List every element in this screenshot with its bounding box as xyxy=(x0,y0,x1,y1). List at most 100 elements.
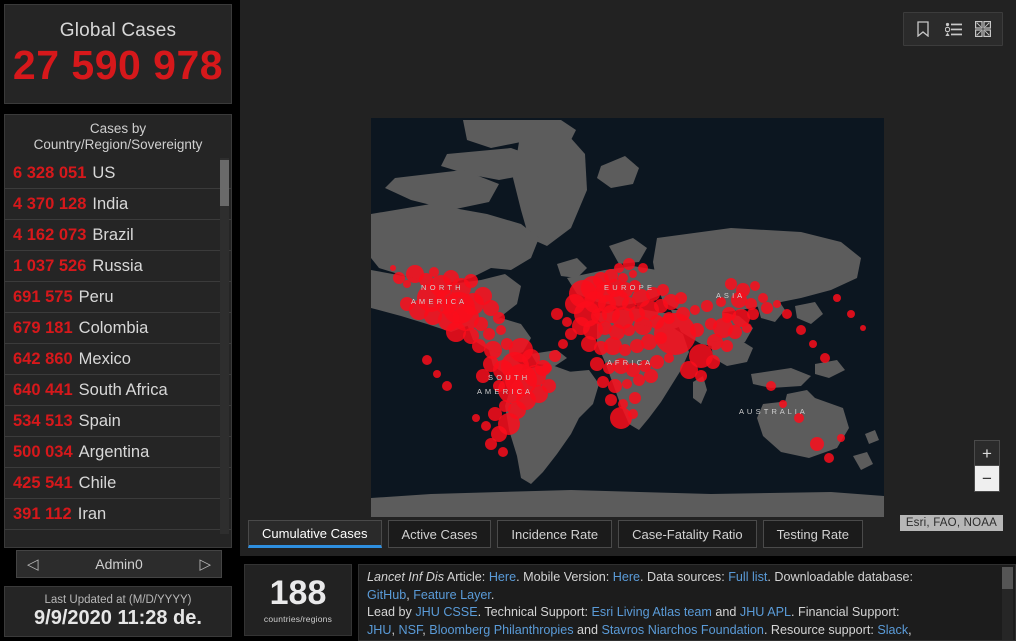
legend-icon[interactable] xyxy=(942,18,964,40)
country-case-count: 4 162 073 xyxy=(13,226,86,245)
country-case-name: India xyxy=(92,195,128,214)
tab-incidence-rate[interactable]: Incidence Rate xyxy=(497,520,612,548)
zoom-in-button[interactable]: + xyxy=(975,441,999,466)
credits-text: . Technical Support: xyxy=(478,605,592,619)
map-region-label: A F R I C A xyxy=(607,358,651,367)
map-region-label: A M E R I C A xyxy=(477,387,531,396)
credits-link[interactable]: JHU xyxy=(367,623,392,637)
credits-line: Lancet Inf Dis Article: Here. Mobile Ver… xyxy=(367,569,1001,587)
country-case-row[interactable]: 500 034Argentina xyxy=(5,437,231,468)
tab-cumulative-cases[interactable]: Cumulative Cases xyxy=(248,520,382,548)
credits-scrollbar-thumb[interactable] xyxy=(1002,567,1013,589)
last-updated-panel: Last Updated at (M/D/YYYY) 9/9/2020 11:2… xyxy=(4,586,232,637)
credits-text: Article: xyxy=(444,570,489,584)
credits-link[interactable]: NSF xyxy=(399,623,423,637)
country-case-name: Iran xyxy=(78,505,106,524)
country-case-row[interactable]: 642 860 Mexico xyxy=(5,344,231,375)
credits-text: . Financial Support: xyxy=(791,605,900,619)
credits-link[interactable]: Here xyxy=(489,570,516,584)
map-zoom-controls[interactable]: + − xyxy=(974,440,1000,492)
map-region-label: A M E R I C A xyxy=(411,297,465,306)
credits-panel[interactable]: Lancet Inf Dis Article: Here. Mobile Ver… xyxy=(358,564,1016,641)
map-region-label: E U R O P E xyxy=(604,283,653,292)
country-case-name: Argentina xyxy=(79,443,150,462)
credits-text: . Mobile Version: xyxy=(516,570,613,584)
country-case-count: 691 575 xyxy=(13,288,73,307)
credits-italic-text: Lancet Inf Dis xyxy=(367,570,444,584)
country-case-name: Spain xyxy=(79,412,121,431)
country-case-name: South Africa xyxy=(79,381,168,400)
country-case-name: Brazil xyxy=(92,226,133,245)
country-case-count: 6 328 051 xyxy=(13,164,86,183)
tab-testing-rate[interactable]: Testing Rate xyxy=(763,520,863,548)
country-case-row[interactable]: 1 037 526Russia xyxy=(5,251,231,282)
tab-case-fatality-ratio[interactable]: Case-Fatality Ratio xyxy=(618,520,757,548)
credits-link[interactable]: Full list xyxy=(728,570,767,584)
country-case-row[interactable]: 425 541Chile xyxy=(5,468,231,499)
credits-link[interactable]: Slack xyxy=(877,623,908,637)
global-cases-count: 27 590 978 xyxy=(13,44,223,87)
credits-scrollbar[interactable] xyxy=(1002,567,1013,640)
country-list-scrollbar[interactable] xyxy=(220,158,229,534)
credits-text: and xyxy=(574,623,602,637)
credits-link[interactable]: Stavros Niarchos Foundation xyxy=(602,623,764,637)
country-case-count: 534 513 xyxy=(13,412,73,431)
credits-link[interactable]: JHU CSSE xyxy=(415,605,477,619)
next-admin-level-icon[interactable]: ▷ xyxy=(199,557,211,572)
left-sidebar: Global Cases 27 590 978 Cases by Country… xyxy=(0,0,236,641)
credits-line: GitHub, Feature Layer. xyxy=(367,587,1001,605)
credits-line: Lead by JHU CSSE. Technical Support: Esr… xyxy=(367,604,1001,622)
credits-text: . Downloadable database: xyxy=(767,570,913,584)
country-case-name: Mexico xyxy=(79,350,131,369)
cases-by-country-header: Cases by Country/Region/Sovereignty xyxy=(5,115,231,158)
country-case-row[interactable]: 6 328 051 US xyxy=(5,158,231,189)
country-case-count: 4 370 128 xyxy=(13,195,86,214)
admin-level-nav[interactable]: ◁ Admin0 ▷ xyxy=(16,550,222,578)
map-canvas[interactable]: N O R T HA M E R I C AS O U T HA M E R I… xyxy=(371,118,884,517)
country-case-row[interactable]: 4 162 073 Brazil xyxy=(5,220,231,251)
credits-text: . Resource support: xyxy=(764,623,877,637)
country-case-row[interactable]: 640 441 South Africa xyxy=(5,375,231,406)
country-case-row[interactable]: 691 575Peru xyxy=(5,282,231,313)
global-cases-panel: Global Cases 27 590 978 xyxy=(4,4,232,104)
credits-text: and xyxy=(712,605,740,619)
map-region-label: A U S T R A L I A xyxy=(739,407,805,416)
credits-text: . Data sources: xyxy=(640,570,728,584)
cases-header-line2: Country/Region/Sovereignty xyxy=(9,137,227,153)
country-case-row[interactable]: 534 513 Spain xyxy=(5,406,231,437)
credits-link[interactable]: GitHub xyxy=(367,588,406,602)
country-case-row[interactable]: 679 181Colombia xyxy=(5,313,231,344)
country-case-list[interactable]: 6 328 051 US 4 370 128 India 4 162 073 Brazil… xyxy=(5,158,231,534)
credits-link[interactable]: Feature Layer xyxy=(413,588,491,602)
country-case-count: 642 860 xyxy=(13,350,73,369)
map-layer-tabs[interactable]: Cumulative CasesActive CasesIncidence Ra… xyxy=(248,520,863,548)
country-case-row[interactable]: 391 112 Iran xyxy=(5,499,231,530)
credits-link[interactable]: JHU APL xyxy=(740,605,791,619)
map-panel[interactable]: N O R T HA M E R I C AS O U T HA M E R I… xyxy=(240,0,1016,556)
country-case-name: US xyxy=(92,164,115,183)
credits-text: , xyxy=(392,623,399,637)
credits-text: , xyxy=(908,623,912,637)
map-region-label: N O R T H xyxy=(421,283,461,292)
country-case-name: Colombia xyxy=(79,319,149,338)
prev-admin-level-icon[interactable]: ◁ xyxy=(27,557,39,572)
countries-regions-counter: 188 countries/regions xyxy=(244,564,352,636)
country-case-count: 640 441 xyxy=(13,381,73,400)
basemap-gallery-icon[interactable] xyxy=(972,18,994,40)
map-tools[interactable] xyxy=(903,12,1003,46)
countries-regions-number: 188 xyxy=(270,576,327,610)
country-case-row[interactable]: 4 370 128 India xyxy=(5,189,231,220)
credits-link[interactable]: Bloomberg Philanthropies xyxy=(429,623,573,637)
map-region-label: A S I A xyxy=(716,291,743,300)
credits-link[interactable]: Here xyxy=(613,570,640,584)
countries-regions-label: countries/regions xyxy=(264,614,332,624)
bookmark-icon[interactable] xyxy=(912,18,934,40)
country-case-name: Russia xyxy=(92,257,142,276)
zoom-out-button[interactable]: − xyxy=(975,466,999,491)
credits-text: Lead by xyxy=(367,605,415,619)
country-list-scrollbar-thumb[interactable] xyxy=(220,160,229,206)
covid-dashboard: Global Cases 27 590 978 Cases by Country… xyxy=(0,0,1016,641)
country-case-count: 391 112 xyxy=(13,505,72,524)
tab-active-cases[interactable]: Active Cases xyxy=(388,520,492,548)
credits-link[interactable]: Esri Living Atlas team xyxy=(592,605,712,619)
